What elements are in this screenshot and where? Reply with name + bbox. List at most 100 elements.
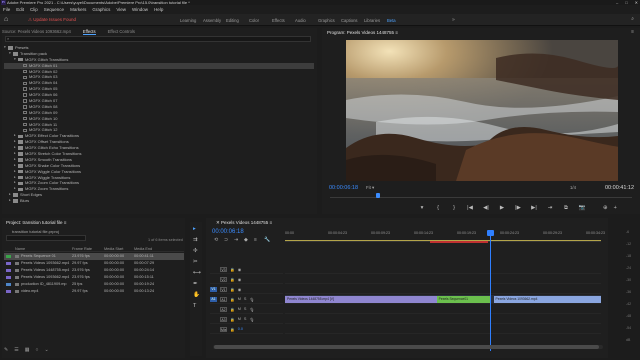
- project-row[interactable]: Pexels Sequence 01 23.976 fps 00:00:00:00 0…: [4, 253, 184, 260]
- source-patch[interactable]: [210, 307, 217, 312]
- workspace-overflow-button[interactable]: »: [452, 17, 455, 23]
- lock-icon[interactable]: 🔒: [230, 327, 235, 332]
- track-target[interactable]: Mix: [220, 326, 227, 332]
- label-color-chip[interactable]: [6, 282, 11, 286]
- icon-view-icon[interactable]: ▦: [25, 347, 30, 353]
- mark-out-icon[interactable]: }: [446, 205, 462, 212]
- lock-icon[interactable]: 🔒: [230, 287, 235, 292]
- mute-icon[interactable]: M: [238, 297, 241, 301]
- ripple-edit-icon[interactable]: ✢: [193, 248, 198, 254]
- hand-icon[interactable]: ✋: [193, 292, 200, 298]
- label-color-chip[interactable]: [6, 289, 11, 293]
- column-frame-rate[interactable]: Frame Rate: [72, 246, 104, 251]
- effects-panel-tab[interactable]: Effect Controls: [108, 29, 135, 35]
- pen-icon[interactable]: ✒: [193, 281, 198, 287]
- lock-icon[interactable]: 🔒: [230, 267, 235, 272]
- track-select-icon[interactable]: ⇉: [193, 237, 198, 243]
- project-row[interactable]: production ID_4811909.mp 25 fps 00:00:00:0…: [4, 281, 184, 288]
- workspace-tab-graphics[interactable]: Graphics: [318, 18, 341, 23]
- workspace-tab-learning[interactable]: Learning: [180, 18, 203, 23]
- source-patch[interactable]: [210, 317, 217, 322]
- workspace-tab-effects[interactable]: Effects: [272, 18, 295, 23]
- track-header-v1[interactable]: V1 V1 🔒 ◉: [210, 285, 283, 294]
- workspace-tab-libraries[interactable]: Libraries: [364, 18, 387, 23]
- track-header-mix[interactable]: Mix 🔒 0.0: [210, 325, 283, 334]
- sort-icon[interactable]: ⌄: [44, 347, 48, 353]
- source-patch[interactable]: V1: [210, 286, 217, 292]
- column-media-end[interactable]: Media End: [134, 246, 170, 251]
- project-row[interactable]: Pexels Videos 1448755.mp4 23.976 fps 00:00…: [4, 267, 184, 274]
- track-target[interactable]: A1: [220, 296, 227, 302]
- mute-icon[interactable]: M: [238, 317, 241, 321]
- menu-item-edit[interactable]: Edit: [16, 7, 24, 12]
- add-button-icon[interactable]: +: [614, 205, 617, 211]
- track-header-a2[interactable]: A2 🔒 M S 🎙: [210, 305, 283, 314]
- resolution-select[interactable]: 1/4: [570, 185, 576, 190]
- track-header-v2[interactable]: V2 🔒 ◉: [210, 275, 283, 284]
- lock-icon[interactable]: 🔒: [230, 297, 235, 302]
- track-lane-a2[interactable]: [285, 305, 601, 314]
- track-lane-v1[interactable]: [285, 285, 601, 294]
- go-to-out-icon[interactable]: ▶|: [526, 205, 542, 212]
- label-color-chip[interactable]: [6, 268, 11, 272]
- solo-icon[interactable]: S: [244, 307, 247, 311]
- nest-icon[interactable]: ⟲: [214, 237, 224, 243]
- project-search-input[interactable]: [6, 235, 86, 241]
- timeline-clip[interactable]: Pexels Videos 1448755.mp4 [V]: [285, 296, 437, 303]
- track-target[interactable]: V1: [220, 286, 227, 292]
- label-color-chip[interactable]: [6, 261, 11, 265]
- play-icon[interactable]: ▶: [494, 205, 510, 212]
- menu-item-view[interactable]: View: [116, 7, 126, 12]
- menu-item-graphics[interactable]: Graphics: [92, 7, 110, 12]
- mix-value[interactable]: 0.0: [238, 327, 243, 331]
- lock-icon[interactable]: 🔒: [230, 277, 235, 282]
- compare-icon[interactable]: ⊕: [603, 205, 608, 211]
- timeline-clip[interactable]: Pexels Videos 1093662.mp4: [493, 296, 601, 303]
- search-icon[interactable]: ⌕: [631, 16, 634, 22]
- workspace-tab-editing[interactable]: Editing: [226, 18, 249, 23]
- mute-icon[interactable]: M: [238, 307, 241, 311]
- timeline-tab[interactable]: ✕ Pexels Videos 1448755 ≡: [216, 220, 272, 226]
- pencil-icon[interactable]: ✎: [4, 347, 8, 353]
- workspace-tab-color[interactable]: Color: [249, 18, 272, 23]
- source-patch[interactable]: A1: [210, 296, 217, 302]
- lock-icon[interactable]: 🔒: [230, 307, 235, 312]
- program-video-frame[interactable]: [346, 40, 618, 181]
- label-color-chip[interactable]: [6, 275, 11, 279]
- track-lane-v2[interactable]: [285, 275, 601, 284]
- source-patch[interactable]: [210, 267, 217, 272]
- effects-panel-tab[interactable]: Effects: [82, 29, 96, 35]
- linked-icon[interactable]: ⇥: [234, 237, 244, 243]
- project-panel-title[interactable]: Project: transition tutorial file ≡: [6, 220, 66, 225]
- timeline-playhead[interactable]: [487, 230, 494, 236]
- marker-icon[interactable]: ◆: [244, 237, 254, 243]
- menu-item-markers[interactable]: Markers: [70, 7, 86, 12]
- step-back-icon[interactable]: ◀|: [478, 205, 494, 212]
- zoom-select[interactable]: Fit ▾: [366, 185, 374, 191]
- export-frame-icon[interactable]: 📷: [574, 205, 590, 212]
- selection-tool-icon[interactable]: ▸: [193, 226, 196, 232]
- wrench-icon[interactable]: 🔧: [264, 237, 274, 243]
- track-lane-mix[interactable]: [285, 325, 601, 334]
- home-icon[interactable]: ⌂: [4, 16, 8, 23]
- source-patch[interactable]: [210, 277, 217, 282]
- mark-in-icon[interactable]: {: [430, 205, 446, 212]
- menu-item-clip[interactable]: Clip: [30, 7, 38, 12]
- razor-icon[interactable]: ✂: [193, 259, 198, 265]
- timeline-scrollbar-thumb[interactable]: [214, 345, 599, 349]
- track-header-a3[interactable]: A3 🔒 M S 🎙: [210, 315, 283, 324]
- program-monitor-title[interactable]: Program: Pexels Videos 1448755 ≡: [327, 30, 398, 35]
- timeline-clip[interactable]: Pexels Sequence01: [436, 296, 491, 303]
- label-color-chip[interactable]: [6, 254, 11, 258]
- project-row[interactable]: Pexels Videos 1093662.mp4 23.976 fps 00:00…: [4, 274, 184, 281]
- snap-icon[interactable]: ⊃: [224, 237, 234, 243]
- freeform-icon[interactable]: ○: [35, 347, 38, 353]
- program-menu-icon[interactable]: ≡: [631, 29, 634, 35]
- menu-item-sequence[interactable]: Sequence: [44, 7, 64, 12]
- eye-icon[interactable]: ◉: [238, 287, 241, 292]
- track-lane-a1[interactable]: Pexels Videos 1448755.mp4 [V] Pexels Sequ…: [285, 295, 601, 304]
- menu-item-file[interactable]: File: [3, 7, 10, 12]
- track-target[interactable]: A2: [220, 306, 227, 312]
- microphone-icon[interactable]: 🎙: [249, 297, 254, 302]
- menu-item-help[interactable]: Help: [154, 7, 163, 12]
